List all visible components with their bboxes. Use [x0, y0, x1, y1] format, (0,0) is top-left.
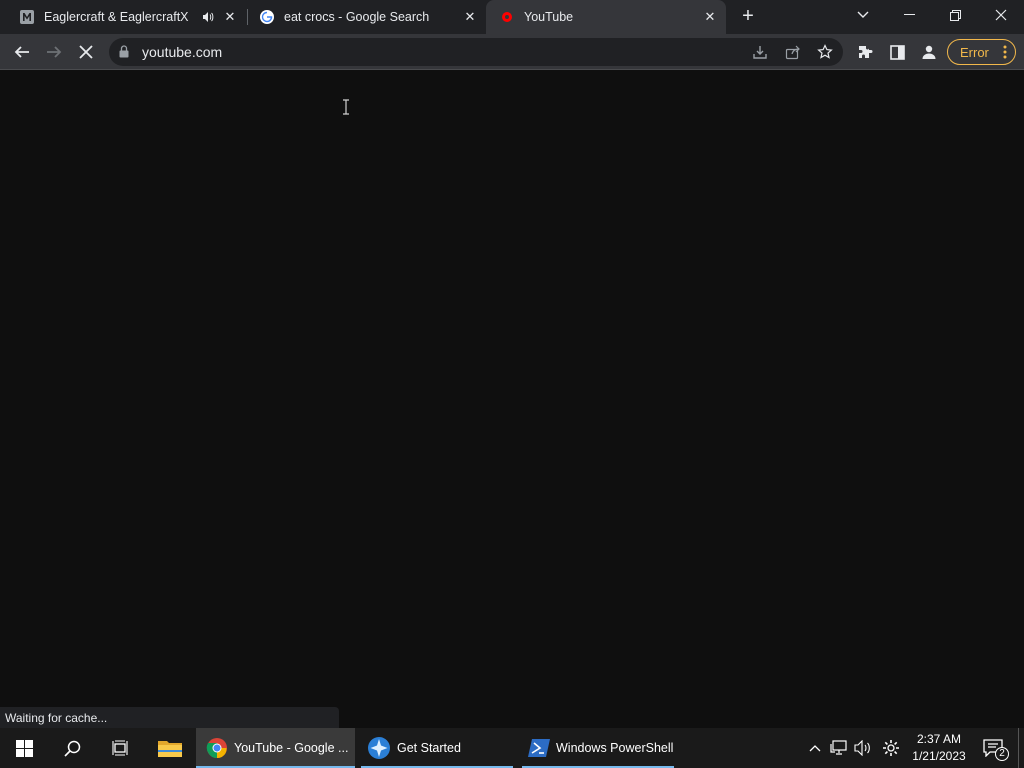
restore-button[interactable] [932, 0, 978, 30]
taskbar: YouTube - Google ... Get Started Windows… [0, 728, 1024, 768]
taskbar-clock[interactable]: 2:37 AM 1/21/2023 [905, 731, 973, 765]
show-hidden-icons-icon[interactable] [803, 728, 827, 768]
volume-icon[interactable] [851, 728, 875, 768]
close-window-button[interactable] [978, 0, 1024, 30]
tab-title: YouTube [524, 10, 574, 24]
clock-time: 2:37 AM [916, 732, 962, 746]
youtube-icon [499, 9, 515, 25]
back-button[interactable] [10, 40, 34, 64]
speaker-icon[interactable] [200, 9, 216, 25]
toolbar: youtube.com Error [0, 34, 1024, 70]
network-icon[interactable] [827, 728, 851, 768]
chrome-icon [206, 737, 228, 759]
powershell-icon [528, 739, 550, 757]
install-app-icon[interactable] [752, 44, 768, 60]
extensions-icon[interactable] [853, 40, 877, 64]
tab-eaglercraft[interactable]: Eaglercraft & EaglercraftX ✕ [0, 0, 246, 34]
url-text: youtube.com [142, 44, 223, 60]
close-tab-icon[interactable]: ✕ [222, 9, 238, 25]
google-g-icon [259, 9, 275, 25]
profile-avatar-icon[interactable] [917, 40, 941, 64]
stop-loading-button[interactable] [74, 40, 98, 64]
taskbar-item-powershell[interactable]: Windows PowerShell [522, 728, 674, 768]
tab-title: Eaglercraft & EaglercraftX [44, 10, 189, 24]
taskbar-item-label: Windows PowerShell [556, 741, 674, 755]
action-center-button[interactable]: 2 [978, 728, 1009, 768]
screen: Eaglercraft & EaglercraftX ✕ eat crocs -… [0, 0, 1024, 768]
get-started-icon [367, 736, 391, 760]
taskbar-item-chrome[interactable]: YouTube - Google ... [196, 728, 355, 768]
task-view-icon[interactable] [96, 728, 144, 768]
search-icon[interactable] [48, 728, 96, 768]
tab-google-search[interactable]: eat crocs - Google Search ✕ [240, 0, 486, 34]
minimize-button[interactable] [886, 0, 932, 30]
notification-icon: 2 [983, 739, 1009, 761]
page-content[interactable] [0, 71, 1024, 728]
close-tab-icon[interactable]: ✕ [462, 9, 478, 25]
show-desktop-button[interactable] [1018, 728, 1019, 768]
share-icon[interactable] [785, 44, 801, 60]
m-logo-icon [19, 9, 35, 25]
taskbar-item-label: Get Started [397, 741, 461, 755]
error-label: Error [960, 44, 989, 60]
tab-youtube[interactable]: YouTube ✕ [486, 0, 726, 34]
start-button[interactable] [0, 728, 48, 768]
more-vert-icon [1003, 45, 1007, 62]
file-explorer-icon[interactable] [146, 728, 194, 768]
notification-count-badge: 2 [995, 747, 1009, 761]
taskbar-item-label: YouTube - Google ... [234, 741, 349, 755]
side-panel-icon[interactable] [885, 40, 909, 64]
text-cursor-icon [342, 99, 350, 115]
settings-gear-icon[interactable] [878, 728, 904, 768]
tab-search-icon[interactable] [840, 0, 886, 30]
address-bar[interactable]: youtube.com [109, 38, 843, 66]
error-menu-button[interactable]: Error [947, 39, 1016, 65]
forward-button[interactable] [42, 40, 66, 64]
clock-date: 1/21/2023 [912, 749, 966, 763]
status-bubble: Waiting for cache... [0, 707, 339, 728]
tab-title: eat crocs - Google Search [284, 10, 430, 24]
new-tab-button[interactable]: + [738, 6, 758, 27]
close-tab-icon[interactable]: ✕ [702, 9, 718, 25]
tab-strip: Eaglercraft & EaglercraftX ✕ eat crocs -… [0, 0, 1024, 34]
bookmark-star-icon[interactable] [817, 44, 833, 60]
taskbar-item-get-started[interactable]: Get Started [361, 728, 513, 768]
lock-icon[interactable] [119, 45, 129, 63]
